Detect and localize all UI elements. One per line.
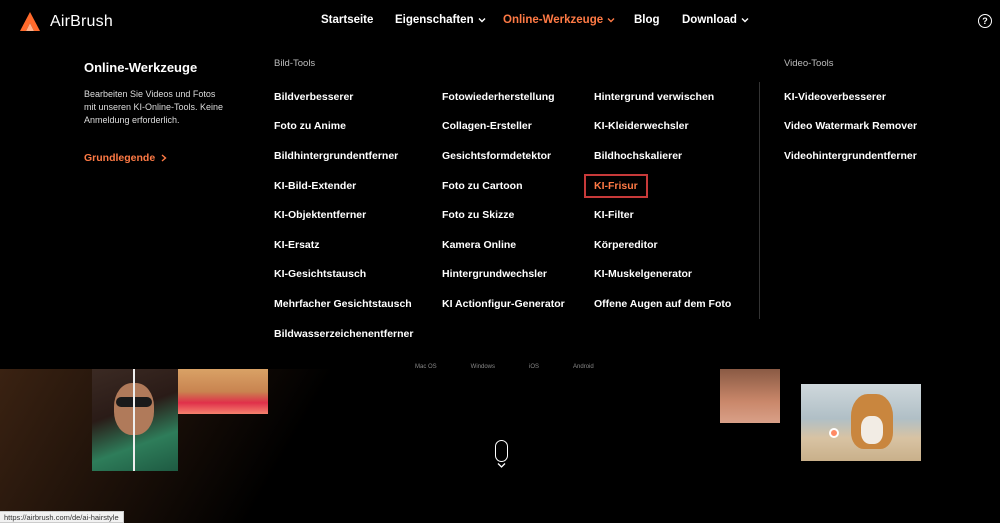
menu-intro-description: Bearbeiten Sie Videos und Fotos mit unse… [84, 89, 224, 125]
video-tools-column: KI-Videoverbesserer Video Watermark Remo… [784, 82, 917, 171]
image-tools-label: Bild-Tools [274, 58, 316, 69]
nav-download[interactable]: Download [682, 14, 749, 26]
nav-blog[interactable]: Blog [634, 14, 660, 26]
column-divider [759, 82, 760, 319]
menu-item[interactable]: KI-Kleiderwechsler [594, 112, 731, 142]
link-label: Grundlegende [84, 152, 156, 164]
nav-startseite[interactable]: Startseite [321, 14, 373, 26]
menu-intro-title: Online-Werkzeuge [84, 60, 198, 75]
menu-item[interactable]: Foto zu Anime [274, 112, 413, 142]
nav-eigenschaften[interactable]: Eigenschaften [395, 14, 486, 26]
status-bar-url: https://airbrush.com/de/ai-hairstyle [0, 511, 124, 523]
menu-item[interactable]: KI-Filter [594, 200, 731, 230]
site-header: AirBrush Startseite Eigenschaften Online… [0, 0, 1000, 44]
scroll-mouse-icon[interactable] [495, 440, 508, 462]
nav-label: Eigenschaften [395, 14, 474, 26]
nav-online-werkzeuge[interactable]: Online-Werkzeuge [503, 14, 615, 26]
menu-item[interactable]: Offene Augen auf dem Foto [594, 289, 731, 319]
hero-section: Mac OS Windows iOS Android [0, 364, 1000, 523]
image-tools-column-3: Hintergrund verwischen KI-Kleiderwechsle… [584, 82, 731, 319]
menu-item[interactable]: Collagen-Ersteller [442, 112, 565, 142]
chevron-down-icon [607, 18, 615, 23]
nav-label: Download [682, 14, 737, 26]
marker-dot [829, 428, 839, 438]
menu-item[interactable]: Fotowiederherstellung [442, 82, 565, 112]
menu-item[interactable]: Foto zu Skizze [442, 200, 565, 230]
menu-item[interactable]: Video Watermark Remover [784, 112, 917, 142]
chevron-down-icon [497, 463, 506, 468]
platform-labels: Mac OS Windows iOS Android [415, 364, 594, 370]
grundlegende-link[interactable]: Grundlegende [84, 152, 167, 164]
image-tools-column-1: Bildverbesserer Foto zu Anime Bildhinter… [274, 82, 413, 348]
menu-item[interactable]: Bildverbesserer [274, 82, 413, 112]
nav-label: Online-Werkzeuge [503, 14, 604, 26]
menu-item[interactable]: Körpereditor [594, 230, 731, 260]
menu-item[interactable]: KI-Ersatz [274, 230, 413, 260]
menu-item[interactable]: KI-Gesichtstausch [274, 260, 413, 290]
menu-item[interactable]: Mehrfacher Gesichtstausch [274, 289, 413, 319]
menu-item[interactable]: KI-Objektentferner [274, 200, 413, 230]
menu-item-ki-frisur[interactable]: KI-Frisur [584, 171, 731, 201]
online-tools-dropdown: Online-Werkzeuge Bearbeiten Sie Videos u… [0, 44, 1000, 369]
chevron-down-icon [478, 18, 486, 23]
menu-item[interactable]: Hintergrundwechsler [442, 260, 565, 290]
menu-item[interactable]: Gesichtsformdetektor [442, 141, 565, 171]
menu-item[interactable]: Videohintergrundentferner [784, 141, 917, 171]
before-after-divider [133, 369, 135, 471]
menu-item[interactable]: KI-Muskelgenerator [594, 260, 731, 290]
menu-item[interactable]: KI-Videoverbesserer [784, 82, 917, 112]
menu-item[interactable]: KI-Bild-Extender [274, 171, 413, 201]
menu-item[interactable]: Foto zu Cartoon [442, 171, 565, 201]
help-icon[interactable]: ? [978, 14, 992, 28]
sample-image [720, 369, 780, 423]
menu-item[interactable]: Kamera Online [442, 230, 565, 260]
hairstyle-sample-image [92, 369, 178, 471]
menu-item[interactable]: KI Actionfigur-Generator [442, 289, 565, 319]
menu-item[interactable]: Bildwasserzeichenentferner [274, 319, 413, 349]
video-tools-label: Video-Tools [784, 58, 834, 69]
chevron-right-icon [161, 154, 167, 162]
nav-label: Startseite [321, 14, 374, 26]
image-tools-column-2: Fotowiederherstellung Collagen-Ersteller… [442, 82, 565, 319]
chevron-down-icon [741, 18, 749, 23]
main-nav: Startseite Eigenschaften Online-Werkzeug… [0, 14, 1000, 30]
menu-item[interactable]: Bildhochskalierer [594, 141, 731, 171]
menu-item[interactable]: Bildhintergrundentferner [274, 141, 413, 171]
sample-image [178, 369, 268, 414]
menu-item[interactable]: Hintergrund verwischen [594, 82, 731, 112]
dog-sample-image [801, 384, 921, 461]
nav-label: Blog [634, 14, 660, 26]
